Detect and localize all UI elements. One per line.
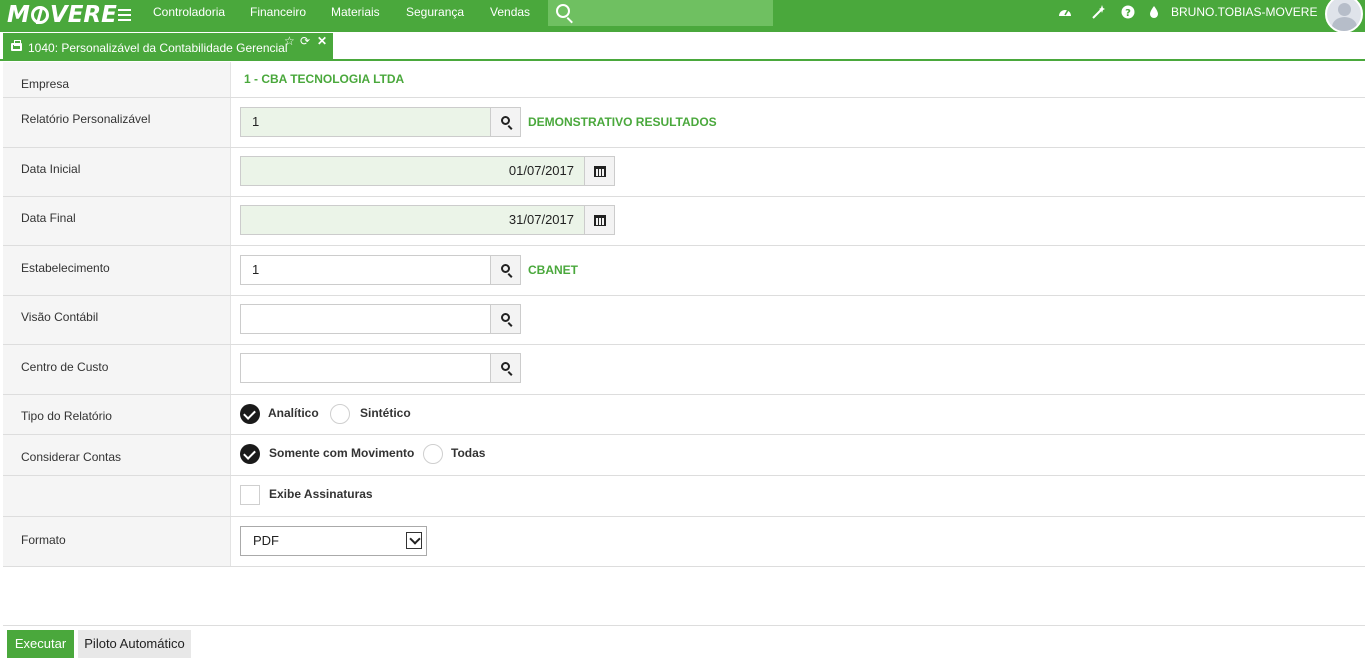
dashboard-icon[interactable] — [1057, 4, 1073, 20]
magic-wand-icon[interactable] — [1090, 4, 1106, 20]
nav-seguranca[interactable]: Segurança — [406, 0, 464, 25]
username[interactable]: BRUNO.TOBIAS-MOVERE — [1171, 0, 1317, 24]
star-icon[interactable]: ☆ — [284, 34, 295, 48]
label-centro-custo: Centro de Custo — [21, 360, 109, 374]
row-tipo-relatorio: Tipo do Relatório Analítico Sintético — [3, 395, 1365, 435]
search-icon — [501, 362, 510, 371]
autopilot-button[interactable]: Piloto Automático — [78, 630, 191, 658]
relatorio-input[interactable]: 1 — [240, 107, 491, 137]
hamburger-menu-icon[interactable] — [118, 5, 132, 25]
close-icon[interactable]: ✕ — [317, 34, 327, 48]
centro-custo-input[interactable] — [240, 353, 491, 383]
formato-selected-value: PDF — [253, 533, 279, 548]
nav-materiais[interactable]: Materiais — [331, 0, 380, 25]
radio-todas[interactable] — [423, 444, 443, 464]
visao-contabil-input[interactable] — [240, 304, 491, 334]
row-visao-contabil: Visão Contábil — [3, 296, 1365, 345]
row-data-inicial: Data Inicial 01/07/2017 — [3, 148, 1365, 197]
top-navbar: M VERE Controladoria Financeiro Materiais… — [0, 0, 1365, 33]
radio-sintetico-label[interactable]: Sintético — [360, 406, 411, 420]
search-icon — [501, 116, 510, 125]
action-footer: Executar Piloto Automático — [3, 625, 1365, 663]
execute-button[interactable]: Executar — [7, 630, 74, 658]
radio-sintetico[interactable] — [330, 404, 350, 424]
data-final-input[interactable]: 31/07/2017 — [240, 205, 585, 235]
search-icon — [556, 4, 570, 18]
nav-vendas[interactable]: Vendas — [490, 0, 530, 25]
row-exibe-assinaturas: Exibe Assinaturas — [3, 476, 1365, 517]
movere-logo[interactable]: M VERE — [7, 1, 117, 29]
label-formato: Formato — [21, 533, 66, 547]
radio-somente-movimento[interactable] — [240, 444, 260, 464]
tab-title: 1040: Personalizável da Contabilidade Ge… — [28, 41, 288, 55]
printer-icon — [11, 40, 22, 51]
row-data-final: Data Final 31/07/2017 — [3, 197, 1365, 246]
svg-text:?: ? — [1125, 8, 1131, 19]
row-relatorio: Relatório Personalizável 1 DEMONSTRATIVO… — [3, 98, 1365, 148]
exibe-assinaturas-checkbox[interactable] — [240, 485, 260, 505]
row-considerar-contas: Considerar Contas Somente com Movimento … — [3, 435, 1365, 476]
label-tipo-relatorio: Tipo do Relatório — [21, 409, 112, 423]
chevron-down-icon[interactable] — [406, 532, 422, 549]
calendar-icon — [594, 215, 606, 226]
tab-strip: 1040: Personalizável da Contabilidade Ge… — [0, 32, 1365, 61]
data-final-calendar-button[interactable] — [584, 205, 615, 235]
radio-todas-label[interactable]: Todas — [451, 446, 485, 460]
radio-somente-movimento-label[interactable]: Somente com Movimento — [269, 446, 414, 460]
data-inicial-input[interactable]: 01/07/2017 — [240, 156, 585, 186]
nav-financeiro[interactable]: Financeiro — [250, 0, 306, 25]
radio-analitico[interactable] — [240, 404, 260, 424]
theme-drop-icon[interactable] — [1146, 4, 1162, 20]
exibe-assinaturas-label[interactable]: Exibe Assinaturas — [269, 487, 373, 501]
user-avatar[interactable] — [1325, 0, 1363, 33]
refresh-icon[interactable]: ⟳ — [300, 34, 310, 48]
relatorio-search-button[interactable] — [490, 107, 521, 137]
radio-analitico-label[interactable]: Analítico — [268, 406, 319, 420]
label-considerar-contas: Considerar Contas — [21, 450, 122, 464]
relatorio-description: DEMONSTRATIVO RESULTADOS — [528, 115, 717, 129]
search-icon — [501, 264, 510, 273]
label-data-final: Data Final — [21, 211, 76, 225]
label-visao-contabil: Visão Contábil — [21, 310, 99, 324]
row-estabelecimento: Estabelecimento 1 CBANET — [3, 246, 1365, 296]
label-empresa: Empresa — [21, 77, 70, 91]
label-relatorio: Relatório Personalizável — [21, 112, 151, 126]
formato-select[interactable]: PDF — [240, 526, 427, 556]
label-estabelecimento: Estabelecimento — [21, 261, 110, 275]
estabelecimento-search-button[interactable] — [490, 255, 521, 285]
row-empresa: Empresa 1 - CBA TECNOLOGIA LTDA — [3, 62, 1365, 98]
global-search-input[interactable] — [578, 3, 768, 23]
search-icon — [501, 313, 510, 322]
label-data-inicial: Data Inicial — [21, 162, 81, 176]
estabelecimento-description: CBANET — [528, 263, 578, 277]
row-centro-custo: Centro de Custo — [3, 345, 1365, 395]
estabelecimento-input[interactable]: 1 — [240, 255, 491, 285]
calendar-icon — [594, 166, 606, 177]
data-inicial-calendar-button[interactable] — [584, 156, 615, 186]
nav-controladoria[interactable]: Controladoria — [153, 0, 225, 25]
visao-contabil-search-button[interactable] — [490, 304, 521, 334]
row-formato: Formato PDF — [3, 517, 1365, 567]
help-icon[interactable]: ? — [1120, 4, 1136, 20]
centro-custo-search-button[interactable] — [490, 353, 521, 383]
global-search[interactable] — [548, 0, 773, 26]
tab-report-1040[interactable]: 1040: Personalizável da Contabilidade Ge… — [3, 33, 333, 61]
empresa-value: 1 - CBA TECNOLOGIA LTDA — [244, 72, 405, 86]
